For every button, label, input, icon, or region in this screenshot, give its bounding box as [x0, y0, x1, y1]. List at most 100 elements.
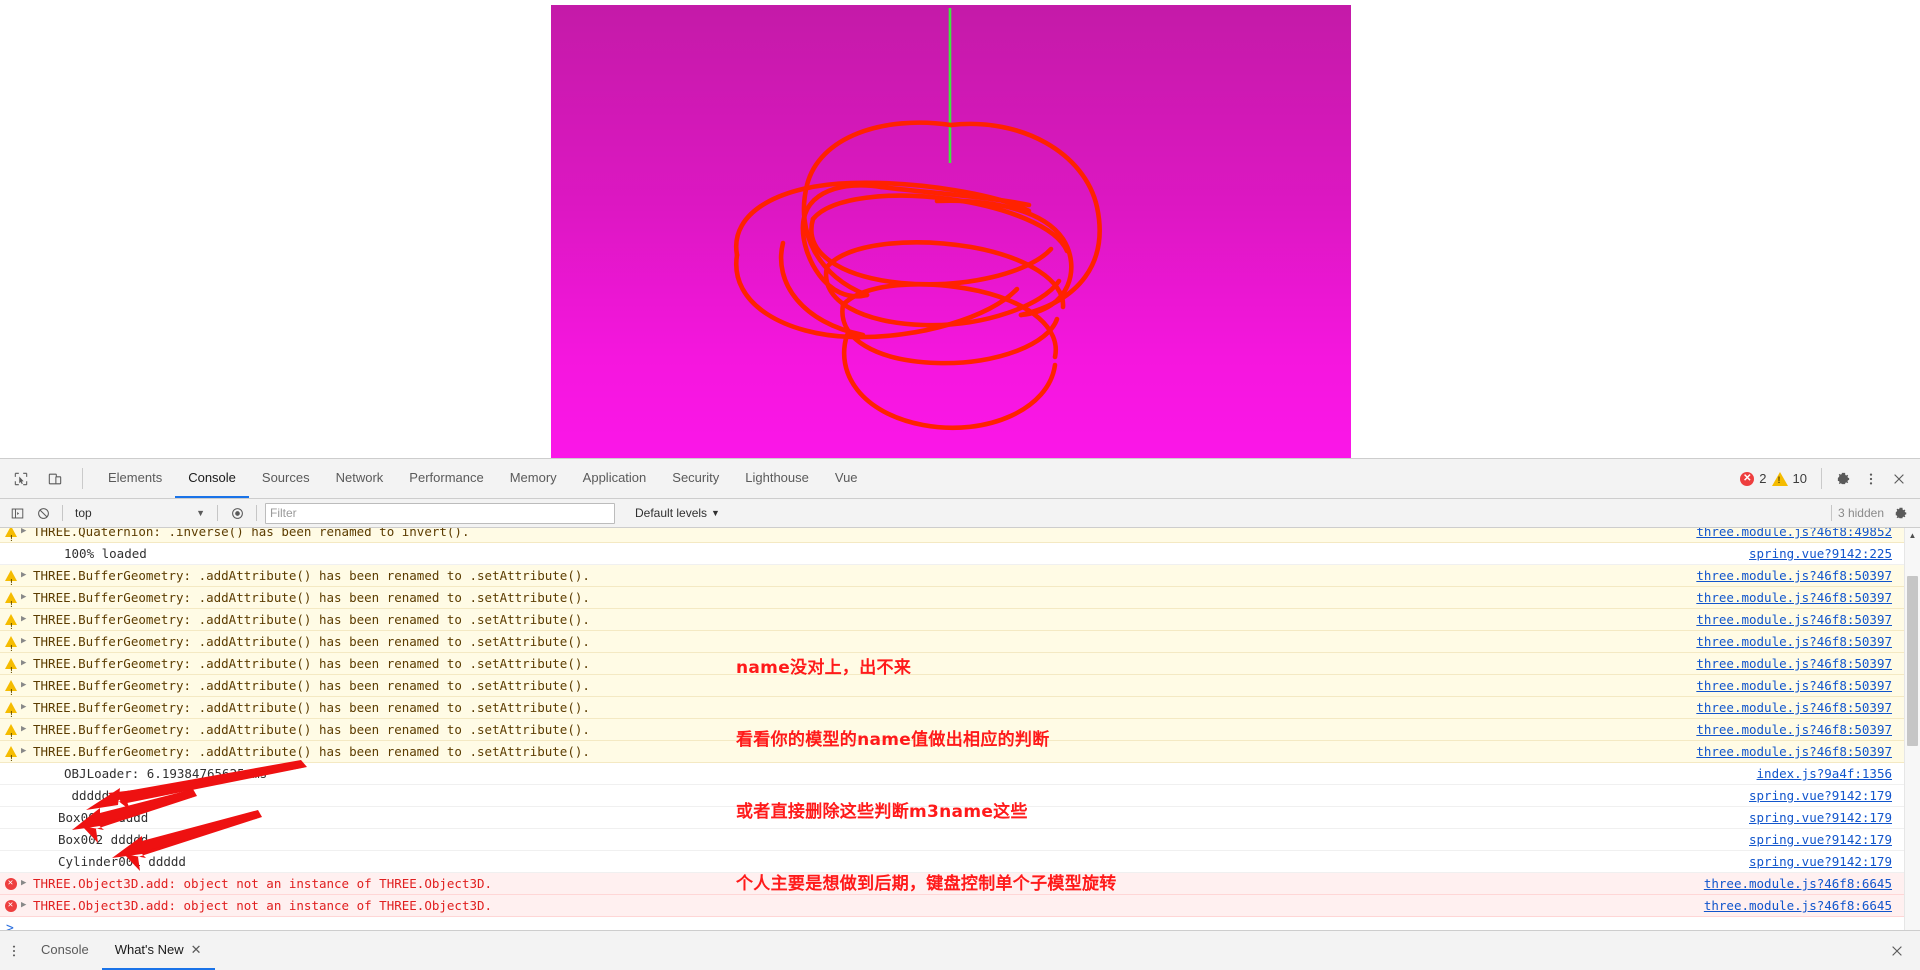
console-message-text: Cylinder001 ddddd	[58, 854, 186, 869]
console-source-link[interactable]: three.module.js?46f8:50397	[1696, 697, 1920, 718]
close-devtools-icon[interactable]	[1886, 466, 1912, 492]
console-message[interactable]: Box002 ddddd spring.vue?9142:179	[0, 829, 1920, 851]
drawer-right-area	[1884, 931, 1920, 970]
inspect-element-icon[interactable]	[8, 466, 34, 492]
issue-counts[interactable]: ✕ 2 10	[1740, 471, 1813, 486]
expand-arrow-icon[interactable]: ▶	[21, 675, 32, 696]
expand-arrow-icon[interactable]: ▶	[21, 895, 32, 916]
console-message[interactable]: ▶ THREE.BufferGeometry: .addAttribute() …	[0, 609, 1920, 637]
three-js-spring-canvas[interactable]	[551, 5, 1351, 458]
tab-lighthouse[interactable]: Lighthouse	[732, 459, 822, 498]
tab-console[interactable]: Console	[175, 459, 249, 498]
expand-arrow-icon[interactable]: ▶	[21, 631, 32, 652]
tab-memory[interactable]: Memory	[497, 459, 570, 498]
spring-render	[551, 5, 1351, 458]
tab-performance[interactable]: Performance	[396, 459, 496, 498]
console-source-link[interactable]: spring.vue?9142:179	[1749, 829, 1920, 850]
console-message[interactable]: ▶ THREE.BufferGeometry: .addAttribute() …	[0, 587, 1920, 615]
device-toolbar-icon[interactable]	[42, 466, 68, 492]
right-divider	[1821, 468, 1822, 489]
clear-console-icon[interactable]	[32, 502, 54, 524]
console-source-link[interactable]: spring.vue?9142:179	[1749, 851, 1920, 872]
expand-arrow-icon[interactable]: ▶	[21, 609, 32, 630]
console-message-text: THREE.BufferGeometry: .addAttribute() ha…	[33, 612, 590, 627]
console-message[interactable]: ▶ THREE.BufferGeometry: .addAttribute() …	[0, 719, 1920, 747]
tab-elements[interactable]: Elements	[95, 459, 175, 498]
console-message-text: THREE.BufferGeometry: .addAttribute() ha…	[33, 678, 590, 693]
live-expression-eye-icon[interactable]	[226, 502, 248, 524]
console-source-link[interactable]: three.module.js?46f8:6645	[1704, 895, 1920, 916]
expand-arrow-icon[interactable]: ▶	[21, 697, 32, 718]
console-message[interactable]: ▶ THREE.BufferGeometry: .addAttribute() …	[0, 697, 1920, 725]
close-drawer-icon[interactable]	[1884, 938, 1910, 964]
console-message[interactable]: ▶ THREE.BufferGeometry: .addAttribute() …	[0, 741, 1920, 769]
error-count: 2	[1759, 471, 1767, 486]
console-source-link[interactable]: three.module.js?46f8:49852	[1696, 528, 1920, 542]
console-message[interactable]: Cylinder001 ddddd spring.vue?9142:179	[0, 851, 1920, 873]
tab-security[interactable]: Security	[659, 459, 732, 498]
console-message-list[interactable]: ▶ THREE.Quaternion: .inverse() has been …	[0, 528, 1920, 970]
no-icon	[0, 763, 21, 784]
expand-arrow-icon[interactable]: ▶	[21, 528, 32, 542]
page-content-area	[0, 0, 1920, 458]
console-message[interactable]: ✕ ▶ THREE.Object3D.add: object not an in…	[0, 873, 1920, 895]
tab-application[interactable]: Application	[570, 459, 660, 498]
filterbar-divider-4	[1830, 505, 1832, 521]
expand-arrow-icon[interactable]: ▶	[21, 741, 32, 762]
drawer-tab-whats-new[interactable]: What's New ✕	[101, 931, 215, 970]
console-source-link[interactable]: index.js?9a4f:1356	[1757, 763, 1920, 784]
tab-vue[interactable]: Vue	[822, 459, 871, 498]
console-message-text: Box002 ddddd	[58, 832, 149, 847]
execution-context-select[interactable]: top ▼	[71, 503, 209, 523]
console-filter-input[interactable]	[265, 502, 615, 524]
console-source-link[interactable]: spring.vue?9142:225	[1749, 543, 1920, 564]
drawer-more-icon[interactable]	[0, 931, 28, 970]
console-source-link[interactable]: three.module.js?46f8:50397	[1696, 587, 1920, 608]
console-source-link[interactable]: three.module.js?46f8:50397	[1696, 719, 1920, 740]
console-message[interactable]: ▶ THREE.Quaternion: .inverse() has been …	[0, 528, 1920, 549]
warning-icon	[0, 565, 21, 593]
console-message-text: THREE.BufferGeometry: .addAttribute() ha…	[33, 634, 590, 649]
console-source-link[interactable]: three.module.js?46f8:50397	[1696, 653, 1920, 674]
more-options-icon[interactable]	[1858, 466, 1884, 492]
expand-arrow-icon[interactable]: ▶	[21, 587, 32, 608]
console-source-link[interactable]: three.module.js?46f8:50397	[1696, 565, 1920, 586]
console-message[interactable]: Box001 ddddd spring.vue?9142:179	[0, 807, 1920, 829]
scrollbar-thumb[interactable]	[1907, 576, 1918, 746]
drawer-tab-console[interactable]: Console	[28, 931, 102, 970]
console-message-text: THREE.Object3D.add: object not an instan…	[33, 876, 493, 891]
settings-gear-icon[interactable]	[1830, 466, 1856, 492]
console-message[interactable]: ▶ THREE.BufferGeometry: .addAttribute() …	[0, 631, 1920, 659]
expand-arrow-icon[interactable]: ▶	[21, 653, 32, 674]
warning-icon	[0, 719, 21, 747]
warning-icon	[0, 609, 21, 637]
expand-arrow-icon[interactable]: ▶	[21, 873, 32, 894]
console-source-link[interactable]: spring.vue?9142:179	[1749, 785, 1920, 806]
console-message-text: OBJLoader: 6.19384765625 ms	[64, 766, 268, 781]
console-message[interactable]: OBJLoader: 6.19384765625 ms index.js?9a4…	[0, 763, 1920, 785]
console-source-link[interactable]: three.module.js?46f8:50397	[1696, 609, 1920, 630]
tab-network[interactable]: Network	[323, 459, 397, 498]
console-source-link[interactable]: three.module.js?46f8:50397	[1696, 631, 1920, 652]
console-source-link[interactable]: spring.vue?9142:179	[1749, 807, 1920, 828]
expand-arrow-icon[interactable]: ▶	[21, 719, 32, 740]
hidden-count-label[interactable]: 3 hidden	[1838, 506, 1884, 520]
console-settings-gear-icon[interactable]	[1890, 502, 1912, 524]
console-sidebar-toggle-icon[interactable]	[6, 502, 28, 524]
log-levels-select[interactable]: Default levels ▼	[635, 506, 720, 520]
console-message[interactable]: ddddd spring.vue?9142:179	[0, 785, 1920, 807]
tab-sources[interactable]: Sources	[249, 459, 323, 498]
console-scrollbar[interactable]: ▲ ▼	[1904, 528, 1920, 970]
devtools-tabbar: Elements Console Sources Network Perform…	[0, 459, 1920, 499]
console-message[interactable]: ▶ THREE.BufferGeometry: .addAttribute() …	[0, 653, 1920, 681]
console-message[interactable]: ▶ THREE.BufferGeometry: .addAttribute() …	[0, 565, 1920, 593]
console-source-link[interactable]: three.module.js?46f8:50397	[1696, 741, 1920, 762]
scroll-up-icon[interactable]: ▲	[1905, 528, 1920, 543]
console-message[interactable]: 100% loaded spring.vue?9142:225	[0, 543, 1920, 565]
console-message[interactable]: ▶ THREE.BufferGeometry: .addAttribute() …	[0, 675, 1920, 703]
console-source-link[interactable]: three.module.js?46f8:50397	[1696, 675, 1920, 696]
console-source-link[interactable]: three.module.js?46f8:6645	[1704, 873, 1920, 894]
expand-arrow-icon[interactable]: ▶	[21, 565, 32, 586]
close-icon[interactable]: ✕	[191, 942, 202, 958]
console-message[interactable]: ✕ ▶ THREE.Object3D.add: object not an in…	[0, 895, 1920, 917]
